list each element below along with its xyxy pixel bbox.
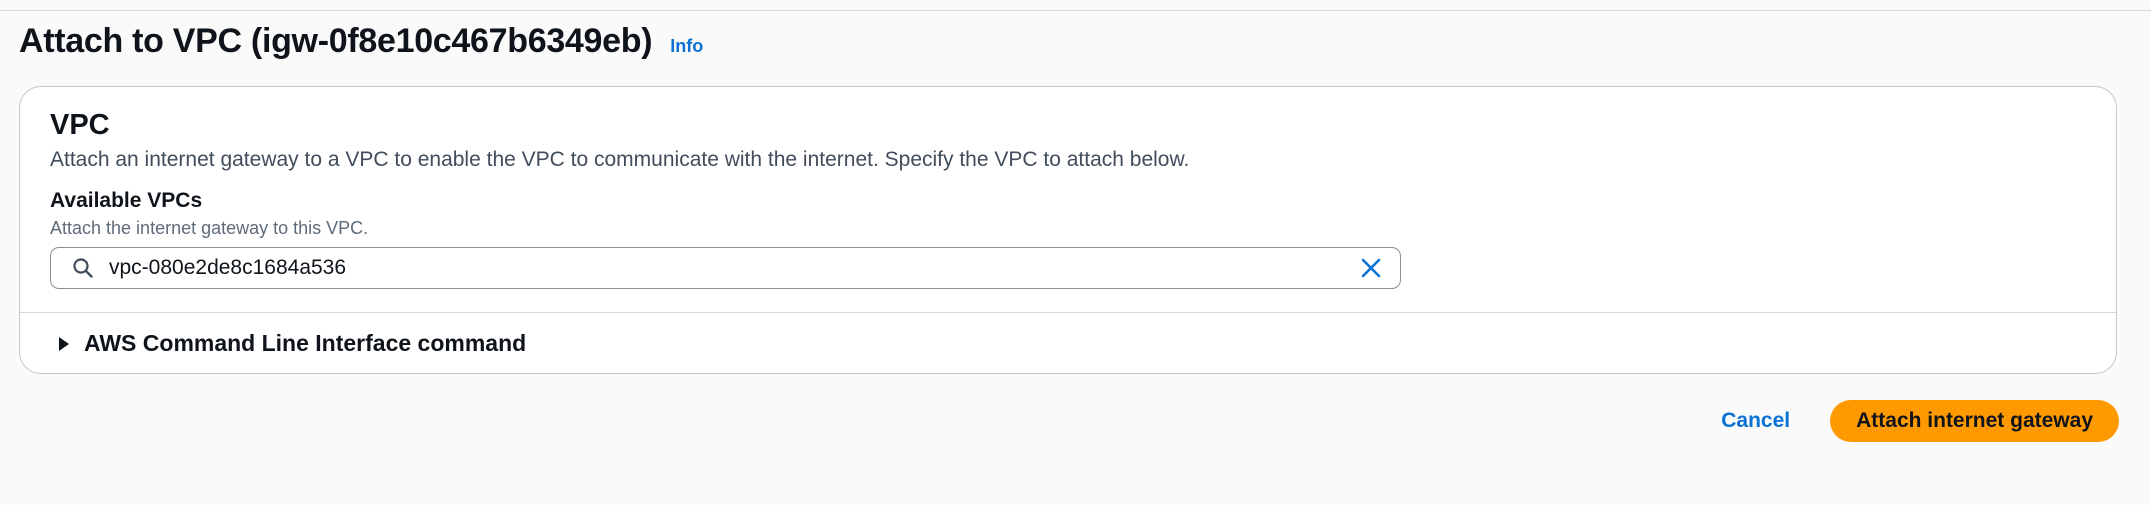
search-icon [71,256,95,280]
section-divider [20,312,2116,313]
section-description: Attach an internet gateway to a VPC to e… [50,148,1190,171]
vpc-select-field[interactable] [50,247,1401,289]
vpc-input[interactable] [109,256,1358,280]
cancel-button[interactable]: Cancel [1721,409,1790,433]
cli-command-expander[interactable]: AWS Command Line Interface command [58,330,526,357]
page-header: Attach to VPC (igw-0f8e10c467b6349eb) In… [19,22,703,61]
info-link[interactable]: Info [670,36,703,57]
cli-command-label: AWS Command Line Interface command [84,330,527,356]
page-title: Attach to VPC (igw-0f8e10c467b6349eb) [19,22,653,60]
section-title: VPC [50,109,110,141]
vpc-card: VPC Attach an internet gateway to a VPC … [19,86,2117,374]
available-vpcs-label: Available VPCs [50,189,203,212]
caret-right-icon [58,335,72,353]
close-icon[interactable] [1358,255,1384,281]
form-actions: Cancel Attach internet gateway [1721,400,2119,442]
attach-internet-gateway-button[interactable]: Attach internet gateway [1830,400,2119,442]
top-divider [0,10,2151,11]
available-vpcs-hint: Attach the internet gateway to this VPC. [50,218,369,238]
